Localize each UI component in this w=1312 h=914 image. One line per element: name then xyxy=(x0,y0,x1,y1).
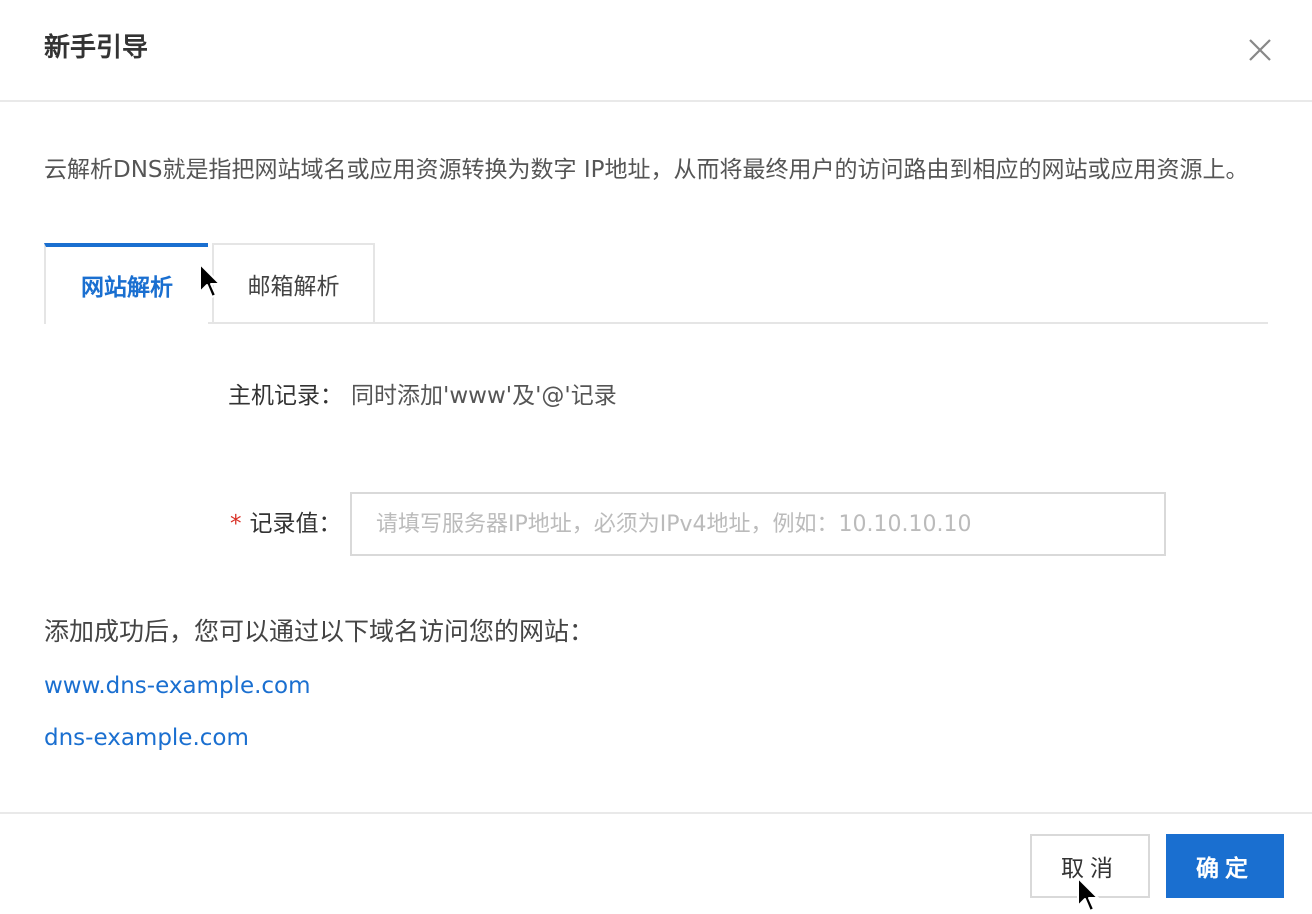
dialog-header: 新手引导 xyxy=(0,0,1312,102)
intro-text: 云解析DNS就是指把网站域名或应用资源转换为数字 IP地址，从而将最终用户的访问… xyxy=(44,157,1249,183)
domain-link-root[interactable]: dns-example.com xyxy=(44,722,249,754)
guide-dialog: 新手引导 云解析DNS就是指把网站域名或应用资源转换为数字 IP地址，从而将最终… xyxy=(0,0,1312,914)
domain-link-www[interactable]: www.dns-example.com xyxy=(44,670,311,702)
tab-bar: 网站解析 邮箱解析 xyxy=(44,243,1268,324)
dialog-title: 新手引导 xyxy=(44,33,149,63)
success-message: 添加成功后，您可以通过以下域名访问您的网站： xyxy=(44,617,595,646)
record-value-input[interactable] xyxy=(350,492,1166,556)
tab-mailbox-resolution[interactable]: 邮箱解析 xyxy=(212,243,375,323)
confirm-button[interactable]: 确定 xyxy=(1166,834,1284,898)
record-value-label: * 记录值： xyxy=(230,508,342,540)
tab-website-resolution[interactable]: 网站解析 xyxy=(44,243,208,324)
cancel-button[interactable]: 取消 xyxy=(1030,834,1150,898)
close-icon xyxy=(1249,39,1271,61)
host-record-value: 同时添加'www'及'@'记录 xyxy=(351,383,617,409)
required-mark: * xyxy=(230,511,242,537)
record-value-label-text: 记录值： xyxy=(249,511,342,537)
close-button[interactable] xyxy=(1244,34,1276,66)
host-record-label: 主机记录： xyxy=(228,383,343,409)
